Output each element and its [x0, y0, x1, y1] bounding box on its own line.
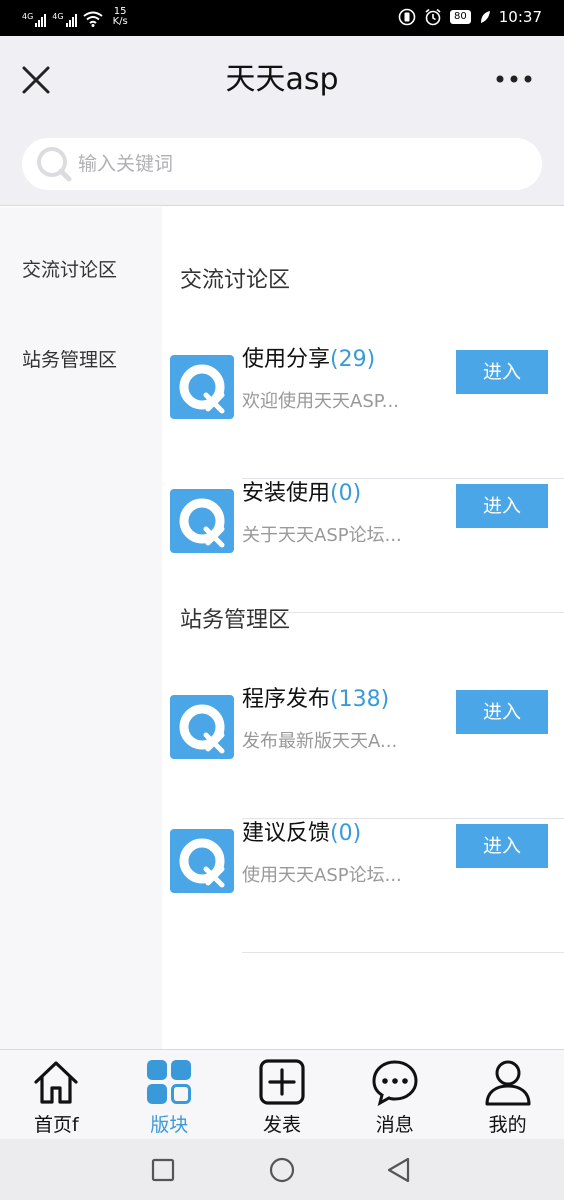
- add-post-icon: [259, 1059, 305, 1105]
- nav-item-post[interactable]: 发表: [226, 1050, 339, 1139]
- search-input[interactable]: [78, 153, 498, 175]
- home-circle-icon[interactable]: [267, 1155, 297, 1185]
- home-icon: [34, 1061, 78, 1104]
- user-icon: [485, 1060, 531, 1106]
- category-sidebar: 交流讨论区 站务管理区: [0, 207, 162, 1049]
- network-type: 4G: [52, 12, 64, 21]
- forum-name: 程序发布: [242, 687, 331, 712]
- wifi-icon: [82, 11, 103, 27]
- forum-row[interactable]: 程序发布(138) 发布最新版天天A... 进入: [162, 685, 564, 819]
- forum-logo-icon: [170, 355, 234, 419]
- forum-list: 交流讨论区 使用分享(29) 欢迎使用天天ASP... 进入 安装使用(0) 关…: [162, 222, 564, 1049]
- topic-count: (0): [330, 481, 362, 506]
- nav-item-profile[interactable]: 我的: [451, 1050, 564, 1139]
- signal-icon: 4G: [22, 12, 47, 27]
- clock: 10:37: [498, 8, 542, 26]
- bottom-nav: 首页f 版块 发表 消息 我的: [0, 1049, 564, 1139]
- section-title: 交流讨论区: [180, 268, 291, 293]
- app-header: 天天asp: [0, 36, 564, 124]
- sidebar-item-admin[interactable]: 站务管理区: [22, 345, 117, 372]
- more-button[interactable]: [494, 64, 534, 94]
- forum-title: 安装使用(0): [242, 479, 361, 509]
- forum-description: 发布最新版天天A...: [242, 731, 398, 752]
- leaf-icon: [480, 11, 490, 23]
- alarm-icon: [425, 8, 441, 26]
- forum-description: 使用天天ASP论坛...: [242, 865, 402, 886]
- recent-apps-icon[interactable]: [148, 1155, 178, 1185]
- forum-description: 欢迎使用天天ASP...: [242, 391, 399, 412]
- divider: [242, 612, 564, 613]
- more-dots-icon: [496, 75, 532, 83]
- forum-name: 建议反馈: [242, 821, 331, 846]
- enter-button[interactable]: 进入: [456, 824, 548, 868]
- topic-count: (138): [330, 687, 390, 712]
- grid-icon: [147, 1060, 192, 1104]
- forum-title: 使用分享(29): [242, 345, 375, 375]
- forum-description: 关于天天ASP论坛...: [242, 525, 402, 546]
- system-nav-bar: [0, 1139, 564, 1200]
- forum-logo-icon: [170, 829, 234, 893]
- search-box[interactable]: [22, 138, 542, 190]
- search-icon: [37, 147, 72, 182]
- forum-name: 使用分享: [242, 347, 331, 372]
- signal-icon: 4G: [52, 12, 77, 27]
- forum-logo-icon: [170, 489, 234, 553]
- forum-logo-icon: [170, 695, 234, 759]
- forum-row[interactable]: 安装使用(0) 关于天天ASP论坛... 进入: [162, 479, 564, 613]
- sidebar-item-discussion[interactable]: 交流讨论区: [22, 255, 117, 282]
- nav-item-messages[interactable]: 消息: [338, 1050, 451, 1139]
- forum-title: 程序发布(138): [242, 685, 389, 715]
- network-type: 4G: [22, 12, 34, 21]
- enter-button[interactable]: 进入: [456, 690, 548, 734]
- nav-item-boards[interactable]: 版块: [113, 1050, 226, 1139]
- forum-title: 建议反馈(0): [242, 819, 361, 849]
- forum-row[interactable]: 建议反馈(0) 使用天天ASP论坛... 进入: [162, 819, 564, 953]
- message-icon: [372, 1060, 418, 1106]
- back-triangle-icon[interactable]: [384, 1155, 414, 1185]
- section-title: 站务管理区: [180, 608, 291, 633]
- nav-item-home[interactable]: 首页f: [0, 1050, 113, 1139]
- forum-name: 安装使用: [242, 481, 331, 506]
- network-speed: 15 K/s: [112, 6, 128, 27]
- battery-indicator: 80: [450, 10, 471, 24]
- vibrate-icon: [398, 8, 416, 26]
- topic-count: (0): [330, 821, 362, 846]
- page-title: 天天asp: [225, 62, 339, 97]
- status-bar: 4G 4G 15 K/s 80 10:37: [0, 0, 564, 36]
- topic-count: (29): [330, 347, 376, 372]
- enter-button[interactable]: 进入: [456, 350, 548, 394]
- search-bar: [0, 124, 564, 206]
- forum-row[interactable]: 使用分享(29) 欢迎使用天天ASP... 进入: [162, 345, 564, 479]
- enter-button[interactable]: 进入: [456, 484, 548, 528]
- divider: [242, 952, 564, 953]
